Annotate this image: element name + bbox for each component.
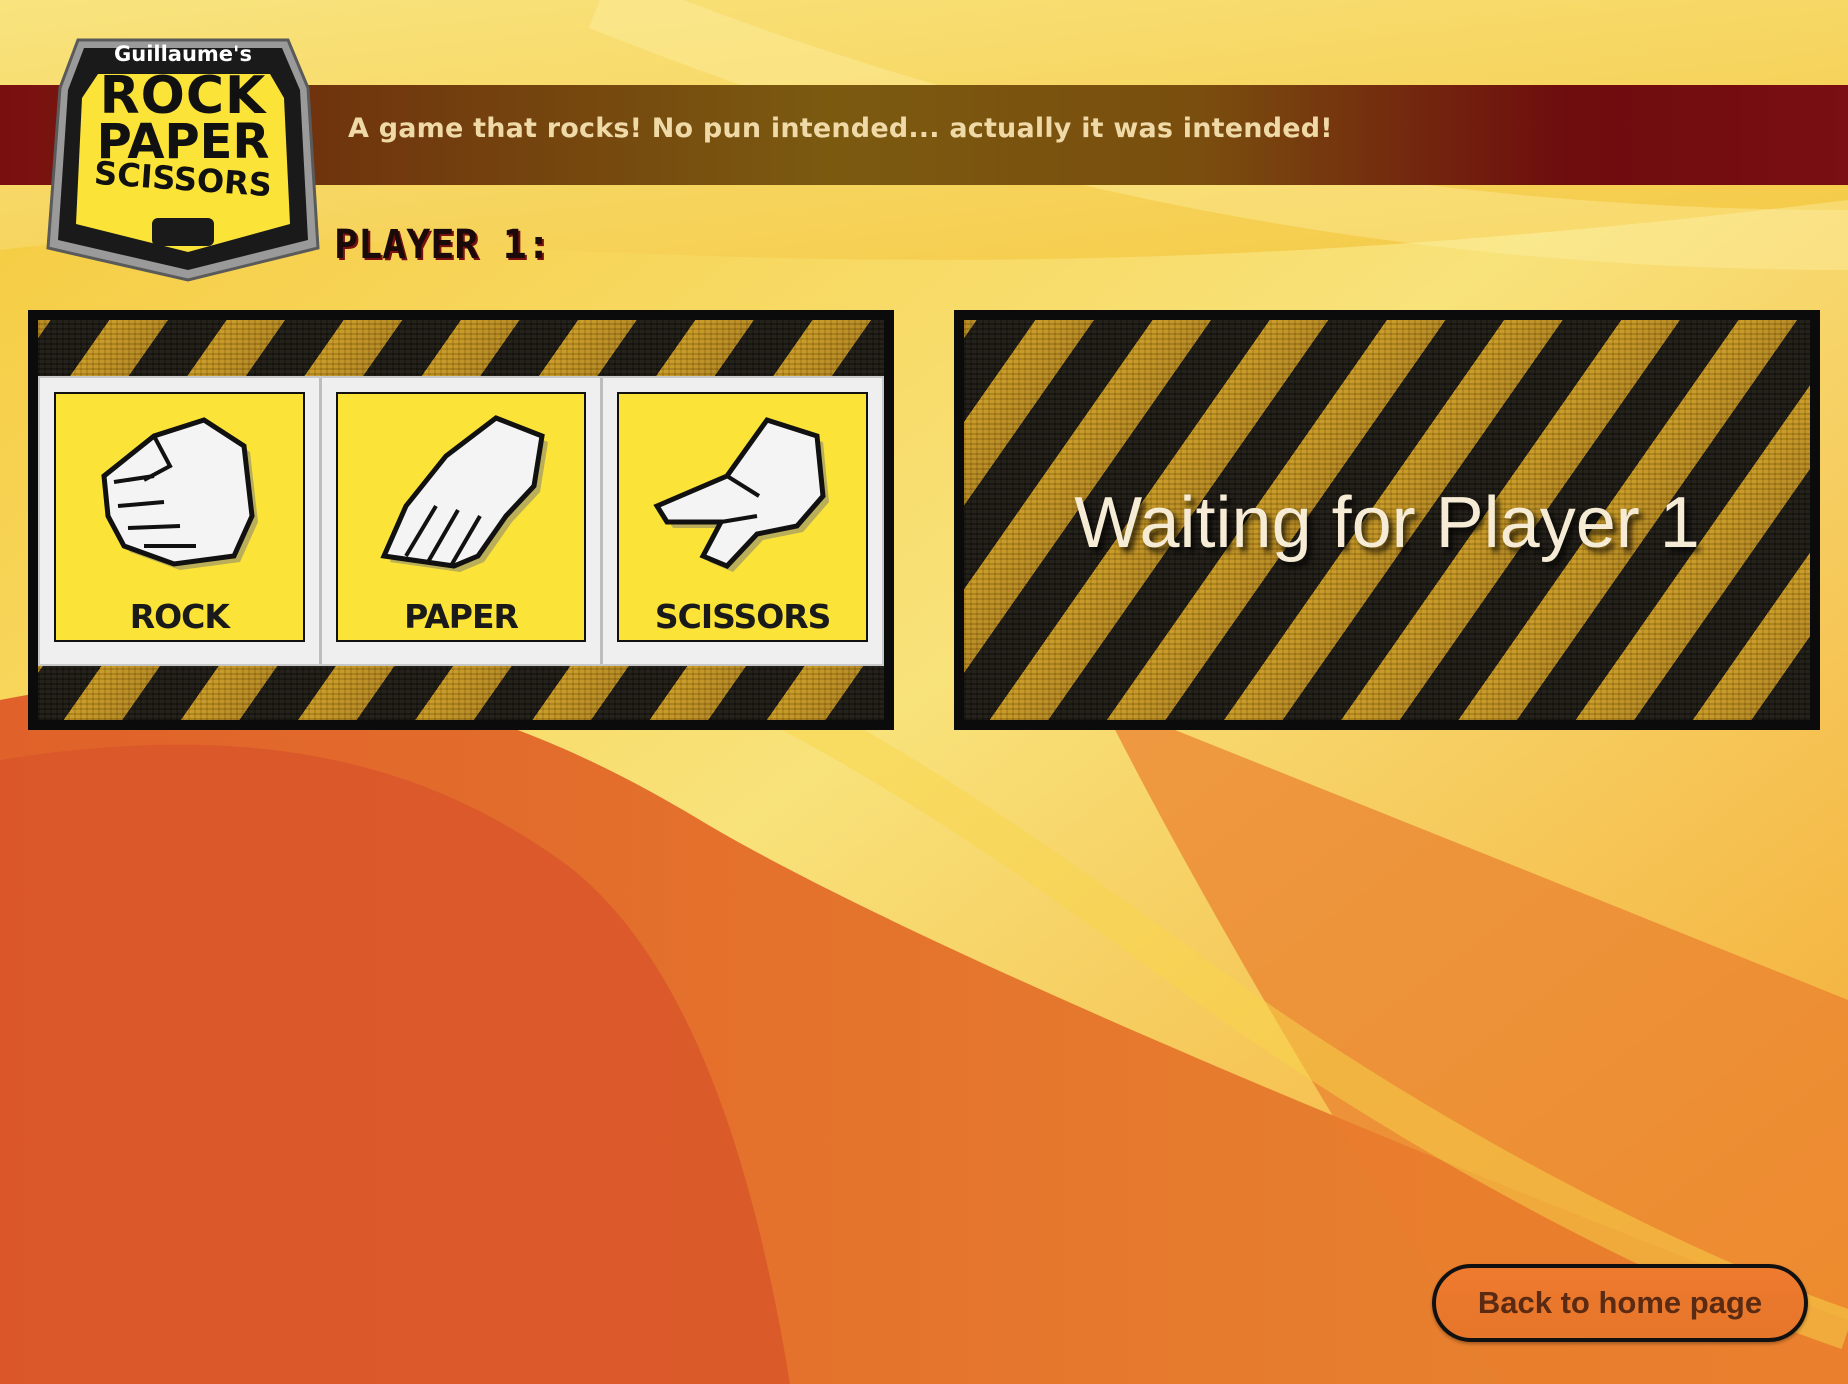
choices-row: ROCK PAPER SCISSORS: [38, 376, 884, 666]
rock-hand-icon: [101, 417, 258, 570]
tagline: A game that rocks! No pun intended... ac…: [348, 113, 1333, 144]
game-logo[interactable]: Guillaume's ROCK PAPER SCISSORS: [38, 28, 328, 284]
choice-rock-button[interactable]: ROCK: [40, 378, 322, 664]
back-to-home-button[interactable]: Back to home page: [1432, 1264, 1808, 1342]
choice-paper-face: PAPER: [335, 392, 587, 642]
choice-scissors-button[interactable]: SCISSORS: [603, 378, 883, 664]
logo-owner: Guillaume's: [114, 42, 252, 66]
choice-scissors-label: SCISSORS: [654, 597, 832, 636]
choice-paper-button[interactable]: PAPER: [321, 378, 604, 664]
paper-hand-icon: [380, 415, 548, 572]
choice-rock-face: ROCK: [54, 392, 305, 642]
status-message: Waiting for Player 1: [1074, 483, 1700, 563]
choice-scissors-face: SCISSORS: [617, 392, 869, 642]
choice-rock-label: ROCK: [129, 597, 230, 636]
choice-paper-label: PAPER: [404, 597, 519, 636]
scissors-hand-icon: [653, 417, 830, 572]
player-label: PLAYER 1:: [334, 222, 551, 268]
